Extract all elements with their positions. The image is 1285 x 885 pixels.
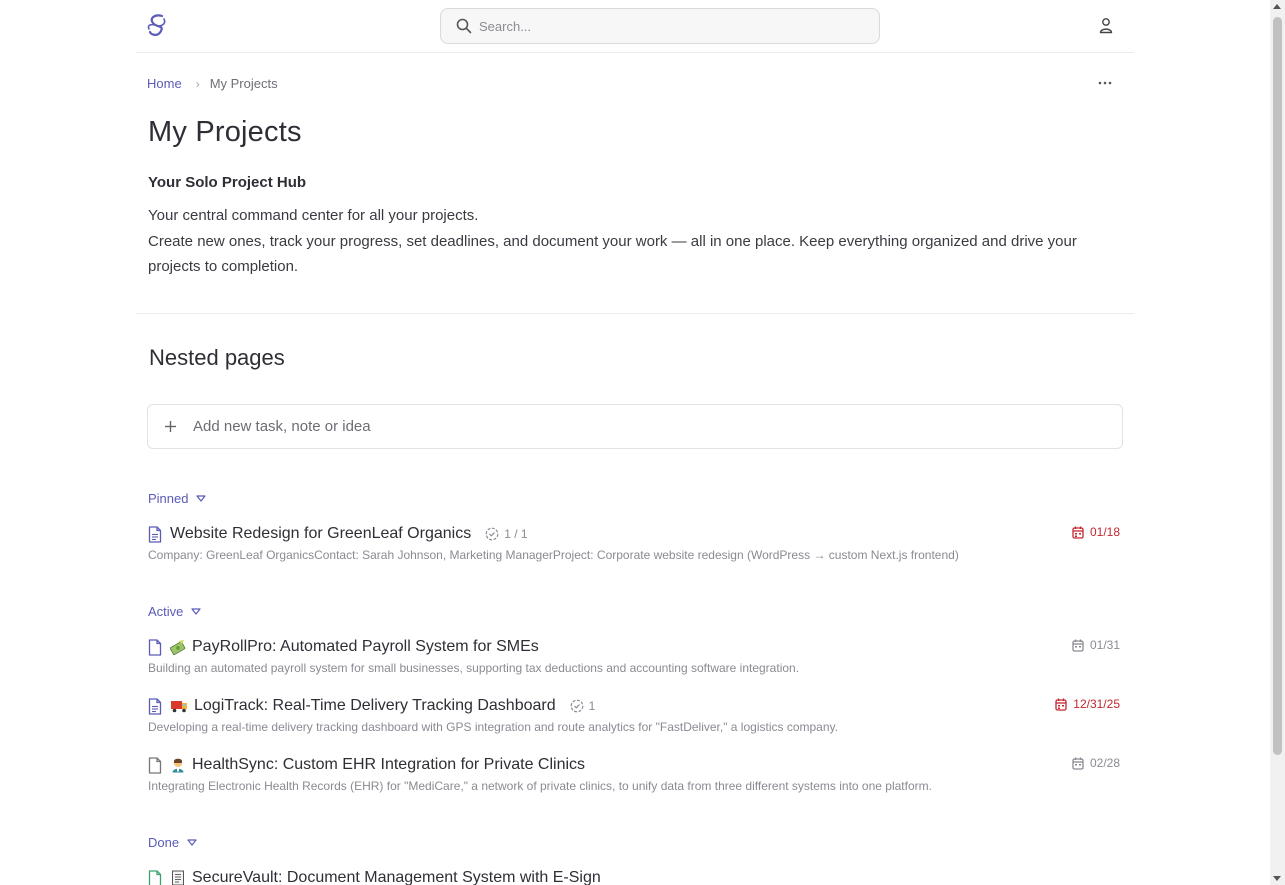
due-date-text: 01/31 (1089, 638, 1120, 652)
breadcrumb-current: My Projects (209, 76, 278, 91)
breadcrumb-home-link[interactable]: Home (147, 76, 182, 91)
document-icon (148, 697, 162, 715)
due-date-text: 01/18 (1089, 525, 1120, 539)
truck-emoji-icon (171, 701, 187, 713)
progress-count: 1 (588, 699, 596, 713)
list-item[interactable]: PayRollPro: Automated Payroll System for… (148, 637, 1123, 675)
user-icon[interactable] (1098, 17, 1114, 34)
chevron-down-icon (187, 839, 197, 846)
description-line-1: Your central command center for all your… (148, 207, 479, 224)
description-line-2: Create new ones, track your progress, se… (148, 232, 1077, 276)
search-icon (456, 18, 472, 34)
chevron-down-icon (196, 495, 207, 502)
item-title[interactable]: HealthSync: Custom EHR Integration for P… (192, 756, 585, 774)
add-item-input[interactable] (193, 405, 1093, 448)
item-description: Developing a real-time delivery tracking… (148, 720, 838, 734)
chevron-down-icon (191, 608, 202, 615)
due-date[interactable]: 02/28 (1072, 756, 1120, 770)
vertical-scrollbar[interactable] (1270, 0, 1285, 885)
item-title[interactable]: PayRollPro: Automated Payroll System for… (192, 638, 539, 656)
list-item[interactable]: LogiTrack: Real-Time Delivery Tracking D… (148, 696, 1123, 734)
app-logo-icon[interactable] (146, 13, 168, 39)
progress-check-icon (570, 699, 584, 713)
due-date[interactable]: 01/18 (1072, 525, 1120, 539)
search-box[interactable] (440, 8, 880, 44)
item-description: Company: GreenLeaf OrganicsContact: Sara… (148, 548, 959, 562)
calendar-icon (1072, 757, 1084, 770)
item-description: Integrating Electronic Health Records (E… (148, 779, 932, 793)
document-icon (148, 638, 162, 656)
more-options-icon[interactable] (1097, 75, 1113, 91)
task-progress: 1 (570, 699, 596, 713)
page-description: Your central command center for all your… (148, 203, 1118, 280)
add-item-box[interactable] (147, 404, 1123, 449)
group-label: Done (148, 835, 180, 850)
document-icon (148, 756, 162, 774)
page-title: My Projects (148, 116, 302, 148)
group-label: Active (148, 604, 184, 619)
top-bar (136, 0, 1134, 53)
search-input[interactable] (479, 9, 859, 43)
due-date[interactable]: 12/31/25 (1055, 697, 1120, 711)
nested-pages-title: Nested pages (149, 345, 285, 370)
group-label: Pinned (148, 491, 189, 506)
progress-check-icon (485, 527, 499, 541)
list-item[interactable]: SecureVault: Document Management System … (148, 868, 1123, 885)
breadcrumb: Home › My Projects (147, 76, 278, 91)
health-worker-emoji-icon (172, 758, 184, 773)
page-subtitle: Your Solo Project Hub (148, 174, 307, 191)
item-description: Building an automated payroll system for… (148, 661, 800, 675)
task-progress: 1 / 1 (485, 527, 528, 541)
calendar-icon (1055, 698, 1067, 711)
item-title[interactable]: LogiTrack: Real-Time Delivery Tracking D… (194, 697, 556, 715)
document-icon (148, 525, 162, 543)
scroll-up-arrow-icon[interactable] (1273, 4, 1281, 9)
scrollbar-thumb[interactable] (1273, 17, 1282, 755)
scroll-down-arrow-icon[interactable] (1273, 876, 1281, 881)
calendar-icon (1072, 639, 1084, 652)
due-date[interactable]: 01/31 (1072, 638, 1120, 652)
document-icon (148, 869, 162, 885)
item-title[interactable]: Website Redesign for GreenLeaf Organics (170, 525, 471, 543)
group-header-active[interactable]: Active (148, 604, 202, 619)
section-divider (136, 313, 1134, 314)
due-date-text: 02/28 (1089, 756, 1120, 770)
calendar-icon (1072, 526, 1084, 539)
group-header-done[interactable]: Done (148, 835, 197, 850)
breadcrumb-separator: › (195, 76, 200, 91)
plus-icon (165, 421, 176, 432)
item-title[interactable]: SecureVault: Document Management System … (192, 869, 601, 885)
list-item[interactable]: Website Redesign for GreenLeaf Organics … (148, 524, 1123, 562)
due-date-text: 12/31/25 (1073, 697, 1120, 711)
list-item[interactable]: HealthSync: Custom EHR Integration for P… (148, 755, 1123, 793)
group-header-pinned[interactable]: Pinned (148, 491, 207, 506)
progress-count: 1 / 1 (504, 527, 528, 541)
money-emoji-icon (170, 640, 186, 655)
document-emoji-icon (172, 870, 184, 885)
